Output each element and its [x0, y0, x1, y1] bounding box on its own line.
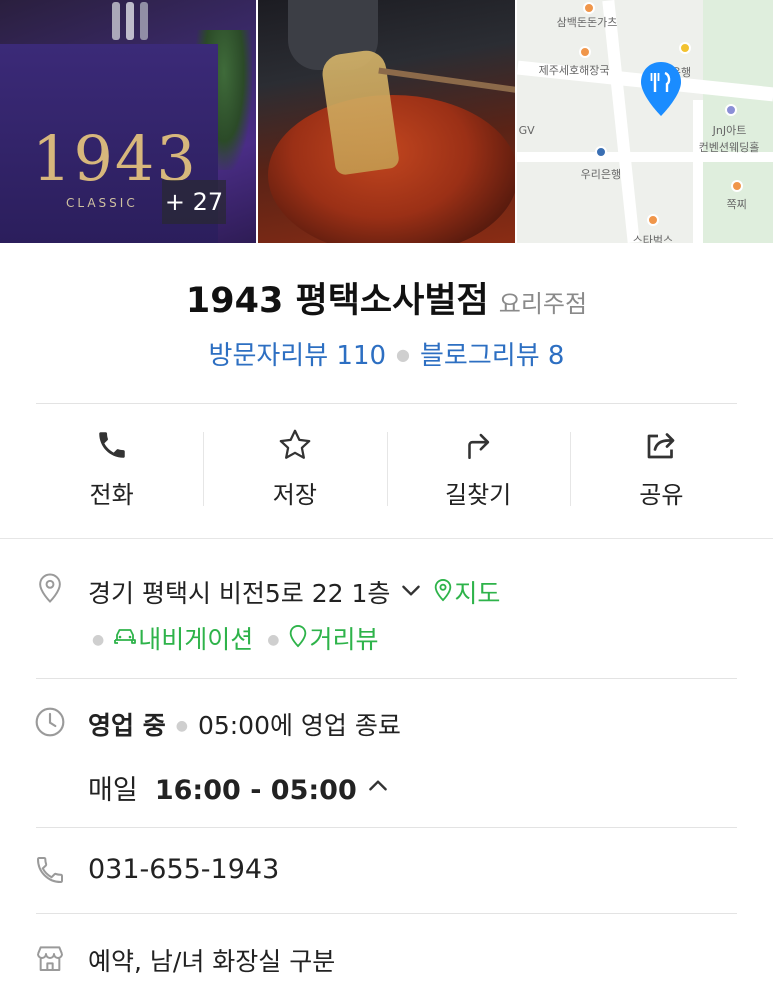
clock-icon [34, 706, 66, 738]
review-row: 방문자리뷰 110 ● 블로그리뷰 8 [0, 335, 773, 372]
map-label: 삼백돈돈가츠 [556, 16, 618, 29]
directions-label: 길찾기 [445, 480, 512, 509]
bottle-decor [140, 2, 148, 40]
photo-map[interactable]: 삼백돈돈가츠 제주세호해장국 농협은행 GV JnJ아트 컨벤션웨딩홀 우리은행… [516, 0, 773, 243]
map-link[interactable]: 지도 [432, 578, 501, 608]
map-poi-icon [724, 104, 737, 116]
location-pin-icon [34, 572, 66, 604]
map-label: 제주세호해장국 [538, 64, 610, 77]
chopsticks [378, 67, 515, 95]
divider [36, 827, 737, 828]
share-button[interactable]: 공유 [569, 418, 753, 518]
open-status: 영업 중 [88, 711, 166, 740]
star-icon [277, 427, 313, 463]
close-info: 05:00에 영업 종료 [197, 711, 401, 740]
phone-number[interactable]: 031-655-1943 [88, 854, 279, 885]
map-poi-icon [646, 214, 659, 226]
address-links-row: ● 내비게이션 ● 거리뷰 [84, 620, 378, 656]
phone-outline-icon [34, 854, 66, 886]
navigation-link-label: 내비게이션 [138, 625, 254, 654]
action-bar: 전화 저장 길찾기 공유 [20, 418, 753, 518]
map-poi-icon [678, 42, 691, 54]
phone-icon [94, 427, 130, 463]
divider [36, 913, 737, 914]
separator-dot: ● [267, 632, 280, 648]
photo-interior[interactable]: 1943 CLASSIC + 27 [0, 0, 257, 243]
address-row: 경기 평택시 비전5로 22 1층 지도 [88, 574, 500, 611]
map-link-label: 지도 [454, 579, 501, 608]
more-photos-badge[interactable]: + 27 [162, 180, 226, 224]
divider [36, 678, 737, 679]
map-label: 컨벤션웨딩홀 [698, 141, 760, 154]
divider [36, 403, 737, 404]
share-icon [643, 427, 679, 463]
hours-schedule-row[interactable]: 매일 16:00 - 05:00 [88, 768, 391, 808]
navigation-link[interactable]: 내비게이션 [112, 625, 253, 654]
sign-subtitle: CLASSIC [66, 196, 138, 210]
map-pin-outline-icon [432, 578, 454, 608]
address-text: 경기 평택시 비전5로 22 1층 [88, 579, 391, 608]
chevron-down-icon[interactable] [398, 577, 424, 609]
save-label: 저장 [272, 480, 317, 509]
section-divider [0, 538, 773, 539]
photo-food[interactable] [258, 0, 515, 243]
streetview-link[interactable]: 거리뷰 [287, 624, 379, 654]
map-road [601, 0, 640, 243]
schedule-time: 16:00 - 05:00 [154, 775, 357, 806]
map-label: 스타벅스 [632, 234, 674, 243]
map-road [692, 100, 703, 243]
bottle-decor [126, 2, 134, 40]
bottle-decor [112, 2, 120, 40]
map-poi-icon [578, 46, 591, 58]
place-title-row: 1943 평택소사벌점 요리주점 [0, 272, 773, 323]
amenities-text: 예약, 남/녀 화장실 구분 [88, 947, 336, 976]
save-button[interactable]: 저장 [203, 418, 386, 518]
directions-button[interactable]: 길찾기 [386, 418, 570, 518]
separator-dot: ● [92, 632, 105, 648]
map-label: 우리은행 [580, 168, 622, 181]
chevron-up-icon[interactable] [365, 773, 391, 806]
place-category: 요리주점 [498, 290, 588, 318]
map-pin-icon [640, 62, 681, 116]
share-label: 공유 [639, 480, 684, 509]
map-poi-icon [582, 2, 595, 14]
call-button[interactable]: 전화 [20, 418, 203, 518]
store-icon [34, 942, 66, 974]
map-label: JnJ아트 [712, 124, 747, 137]
place-name: 1943 평택소사벌점 [185, 281, 489, 321]
directions-icon [460, 427, 496, 463]
map-poi-icon [594, 146, 607, 158]
hours-status-row: 영업 중 ● 05:00에 영업 종료 [88, 706, 401, 742]
call-label: 전화 [89, 480, 134, 509]
map-poi-icon [730, 180, 743, 192]
car-icon [112, 624, 138, 654]
streetview-link-label: 거리뷰 [309, 625, 379, 654]
map-label: 쪽찌 [726, 198, 747, 211]
visitor-reviews-link[interactable]: 방문자리뷰 110 [209, 341, 387, 371]
separator-dot: ● [175, 718, 188, 734]
schedule-day: 매일 [88, 775, 138, 806]
streetview-pin-icon [287, 624, 309, 654]
map-label: GV [518, 124, 535, 137]
separator-dot: ● [396, 345, 411, 364]
photo-strip[interactable]: 1943 CLASSIC + 27 삼백돈돈가츠 제주세호해장국 농협은행 GV… [0, 0, 773, 243]
blog-reviews-link[interactable]: 블로그리뷰 8 [420, 341, 564, 371]
